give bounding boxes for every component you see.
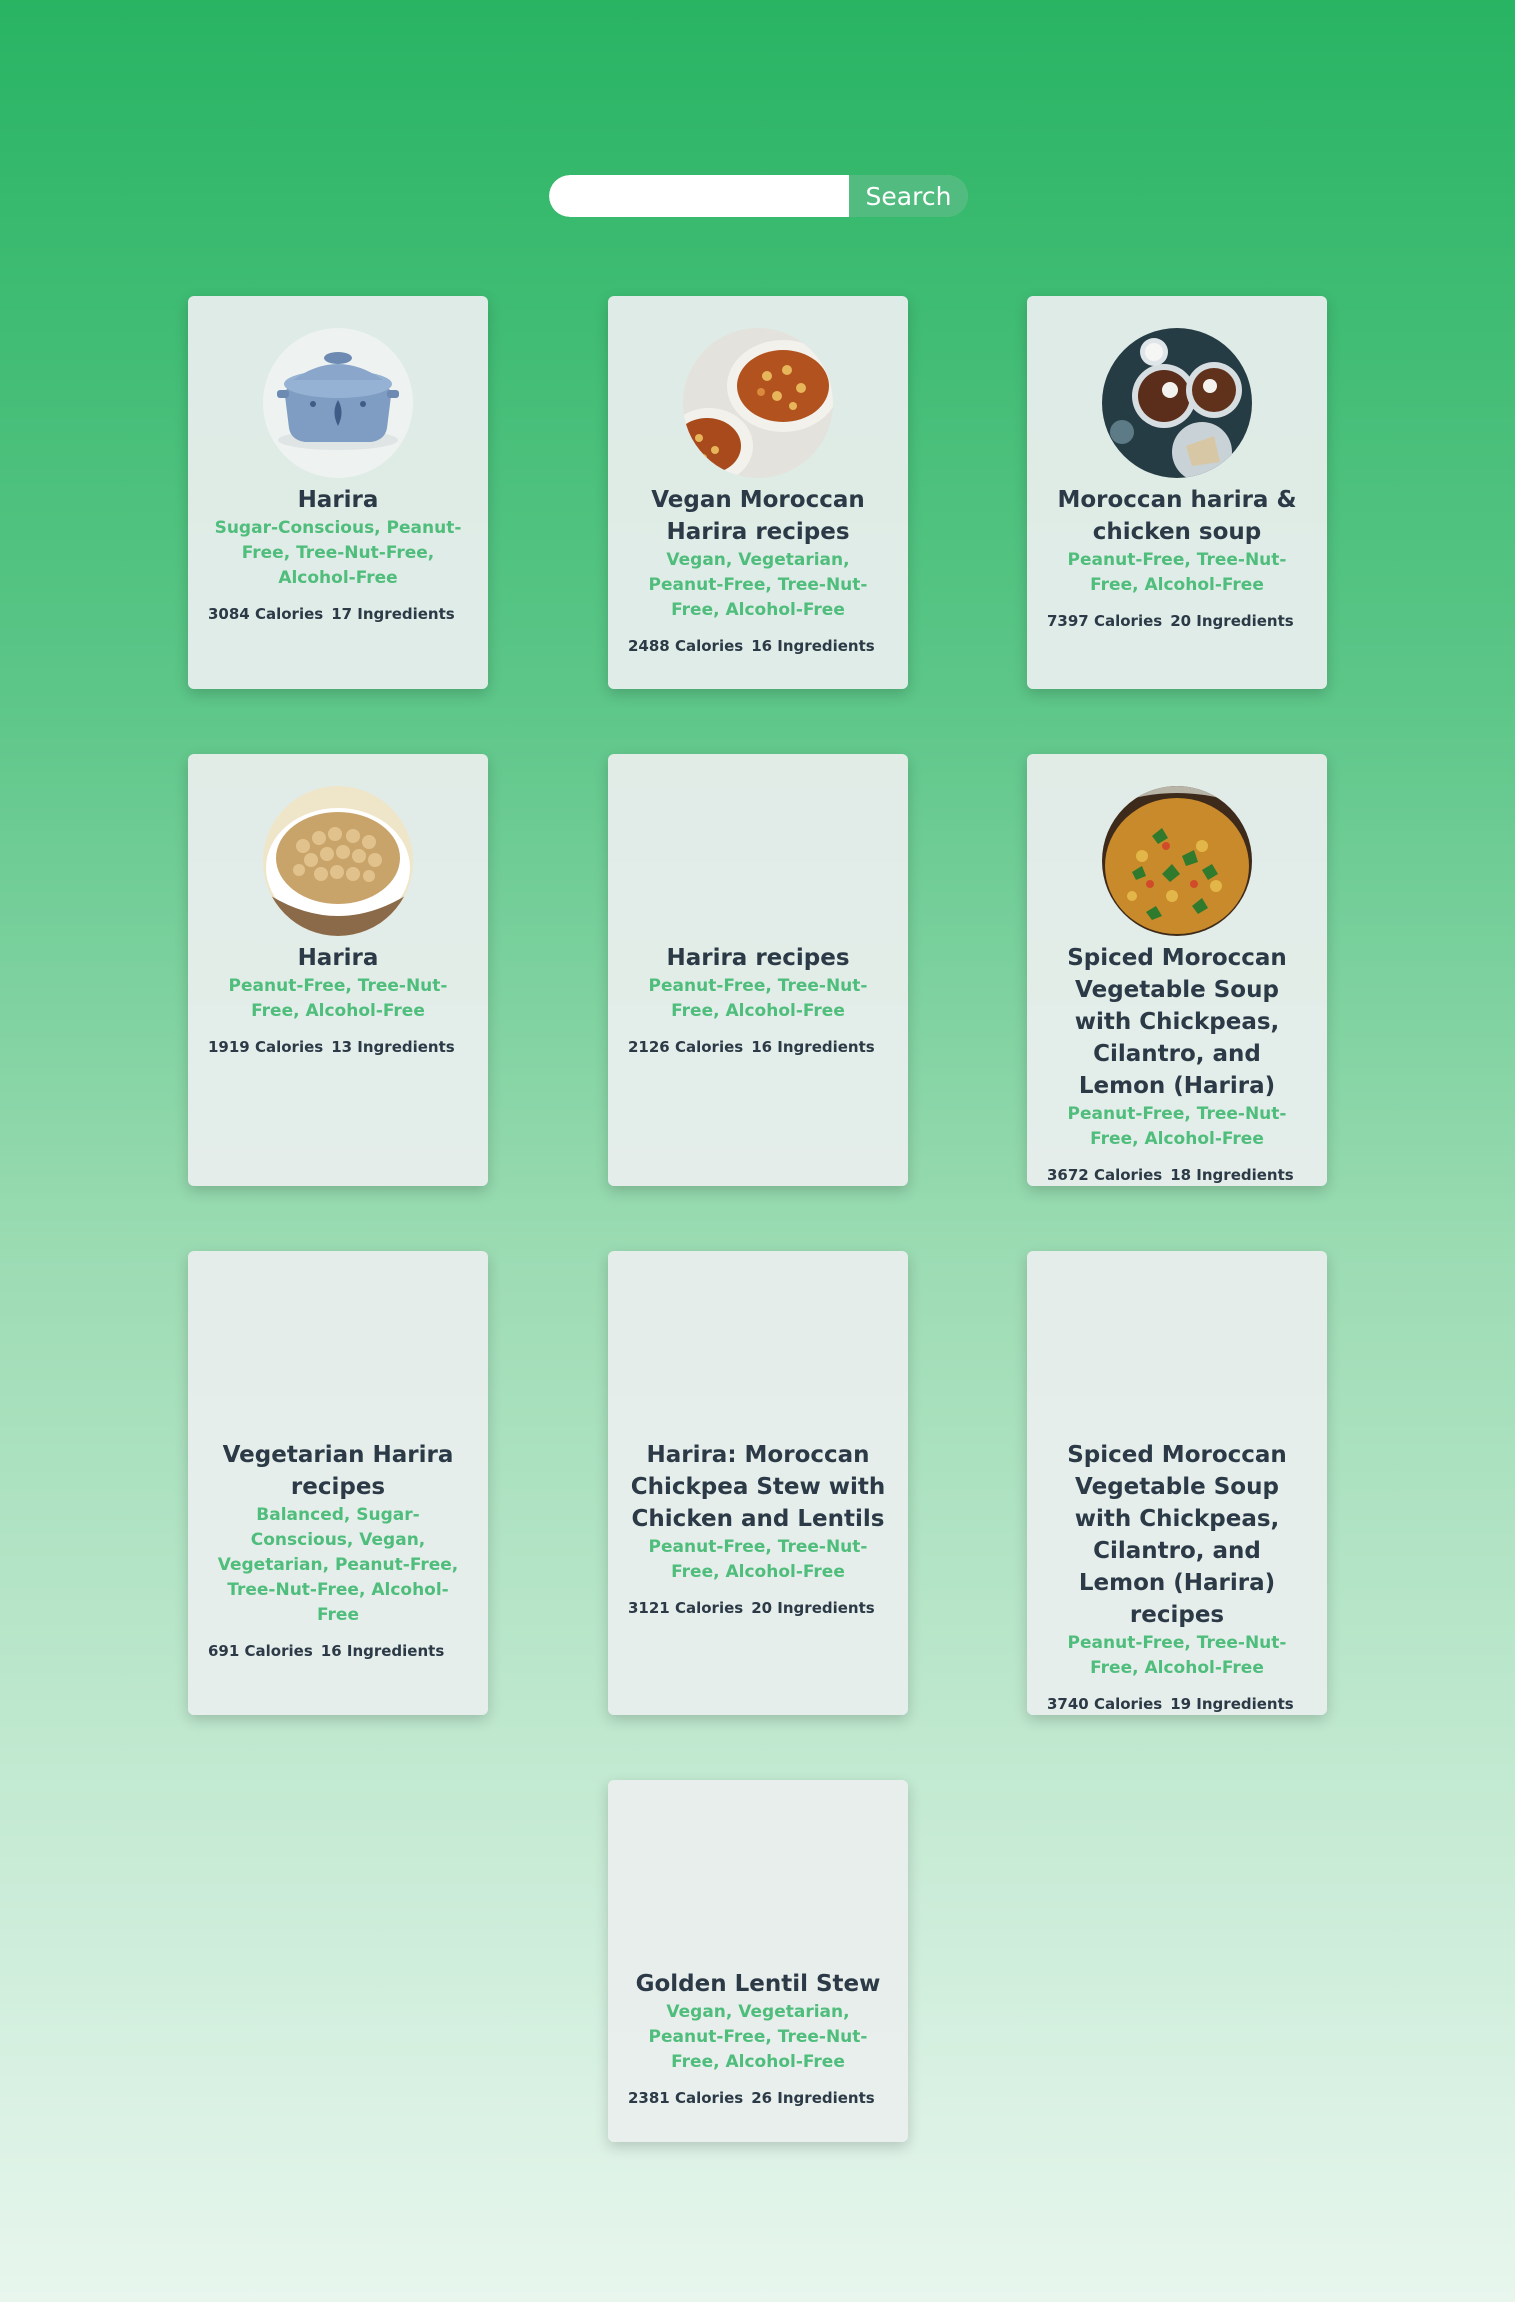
recipe-calories: 3121 Calories xyxy=(628,1599,744,1617)
recipe-image-placeholder xyxy=(263,1283,413,1433)
recipe-meta: 2126 Calories 16 Ingredients xyxy=(628,1038,875,1056)
recipe-title: Harira xyxy=(297,487,379,513)
recipe-title: Harira: Moroccan Chickpea Stew with Chic… xyxy=(630,1442,886,1532)
recipe-calories: 2488 Calories xyxy=(628,637,744,655)
recipe-meta: 3740 Calories 19 Ingredients xyxy=(1047,1695,1294,1713)
recipe-title: Moroccan harira & chicken soup xyxy=(1057,487,1297,545)
recipe-title: Harira recipes xyxy=(666,945,850,971)
recipe-card[interactable]: Vegetarian Harira recipes Balanced, Suga… xyxy=(188,1251,488,1715)
recipe-card[interactable]: Spiced Moroccan Vegetable Soup with Chic… xyxy=(1027,1251,1327,1715)
recipe-health-labels: Peanut-Free, Tree-Nut-Free, Alcohol-Free xyxy=(1067,550,1287,595)
recipe-card[interactable]: Harira Peanut-Free, Tree-Nut-Free, Alcoh… xyxy=(188,754,488,1186)
recipe-health-labels: Peanut-Free, Tree-Nut-Free, Alcohol-Free xyxy=(228,976,448,1021)
recipe-image-placeholder xyxy=(683,1812,833,1962)
recipe-ingredient-count: 20 Ingredients xyxy=(1170,612,1294,630)
recipe-image-placeholder xyxy=(1102,1283,1252,1433)
recipe-calories: 3084 Calories xyxy=(208,605,324,623)
recipe-image-soup-bowls xyxy=(1102,328,1252,478)
recipe-calories: 3672 Calories xyxy=(1047,1166,1163,1184)
recipe-meta: 3672 Calories 18 Ingredients xyxy=(1047,1166,1294,1184)
recipe-card[interactable]: Harira: Moroccan Chickpea Stew with Chic… xyxy=(608,1251,908,1715)
recipe-grid: Harira Sugar-Conscious, Peanut-Free, Tre… xyxy=(0,0,1515,2302)
recipe-card[interactable]: Harira Sugar-Conscious, Peanut-Free, Tre… xyxy=(188,296,488,689)
recipe-ingredient-count: 20 Ingredients xyxy=(751,1599,875,1617)
recipe-image-vegetable-soup xyxy=(1102,786,1252,936)
recipe-meta: 691 Calories 16 Ingredients xyxy=(208,1642,444,1660)
recipe-title: Golden Lentil Stew xyxy=(635,1971,881,1997)
recipe-health-labels: Peanut-Free, Tree-Nut-Free, Alcohol-Free xyxy=(1067,1104,1287,1149)
recipe-meta: 2488 Calories 16 Ingredients xyxy=(628,637,875,655)
recipe-health-labels: Vegan, Vegetarian, Peanut-Free, Tree-Nut… xyxy=(648,550,868,620)
recipe-meta: 3084 Calories 17 Ingredients xyxy=(208,605,455,623)
recipe-ingredient-count: 19 Ingredients xyxy=(1170,1695,1294,1713)
recipe-meta: 3121 Calories 20 Ingredients xyxy=(628,1599,875,1617)
recipe-card[interactable]: Spiced Moroccan Vegetable Soup with Chic… xyxy=(1027,754,1327,1186)
recipe-ingredient-count: 26 Ingredients xyxy=(751,2089,875,2107)
recipe-card[interactable]: Moroccan harira & chicken soup Peanut-Fr… xyxy=(1027,296,1327,689)
recipe-health-labels: Peanut-Free, Tree-Nut-Free, Alcohol-Free xyxy=(648,1537,868,1582)
recipe-health-labels: Peanut-Free, Tree-Nut-Free, Alcohol-Free xyxy=(1067,1633,1287,1678)
recipe-health-labels: Balanced, Sugar-Conscious, Vegan, Vegeta… xyxy=(217,1505,459,1625)
recipe-title: Spiced Moroccan Vegetable Soup with Chic… xyxy=(1067,1442,1287,1628)
recipe-calories: 7397 Calories xyxy=(1047,612,1163,630)
recipe-meta: 1919 Calories 13 Ingredients xyxy=(208,1038,455,1056)
recipe-health-labels: Sugar-Conscious, Peanut-Free, Tree-Nut-F… xyxy=(214,518,462,588)
recipe-calories: 691 Calories xyxy=(208,1642,313,1660)
recipe-meta: 7397 Calories 20 Ingredients xyxy=(1047,612,1294,630)
recipe-image-pot xyxy=(263,328,413,478)
recipe-ingredient-count: 18 Ingredients xyxy=(1170,1166,1294,1184)
recipe-title: Vegetarian Harira recipes xyxy=(222,1442,454,1500)
recipe-ingredient-count: 13 Ingredients xyxy=(331,1038,455,1056)
recipe-ingredient-count: 17 Ingredients xyxy=(331,605,455,623)
recipe-ingredient-count: 16 Ingredients xyxy=(320,1642,445,1660)
recipe-health-labels: Vegan, Vegetarian, Peanut-Free, Tree-Nut… xyxy=(648,2002,868,2072)
recipe-card[interactable]: Golden Lentil Stew Vegan, Vegetarian, Pe… xyxy=(608,1780,908,2142)
recipe-ingredient-count: 16 Ingredients xyxy=(751,1038,875,1056)
recipe-calories: 3740 Calories xyxy=(1047,1695,1163,1713)
recipe-title: Spiced Moroccan Vegetable Soup with Chic… xyxy=(1067,945,1287,1099)
recipe-ingredient-count: 16 Ingredients xyxy=(751,637,875,655)
recipe-card[interactable]: Harira recipes Peanut-Free, Tree-Nut-Fre… xyxy=(608,754,908,1186)
recipe-image-chickpeas xyxy=(263,786,413,936)
recipe-title: Vegan Moroccan Harira recipes xyxy=(651,487,865,545)
recipe-calories: 1919 Calories xyxy=(208,1038,324,1056)
recipe-calories: 2126 Calories xyxy=(628,1038,744,1056)
recipe-health-labels: Peanut-Free, Tree-Nut-Free, Alcohol-Free xyxy=(648,976,868,1021)
recipe-meta: 2381 Calories 26 Ingredients xyxy=(628,2089,875,2107)
recipe-title: Harira xyxy=(297,945,379,971)
recipe-calories: 2381 Calories xyxy=(628,2089,744,2107)
recipe-card[interactable]: Vegan Moroccan Harira recipes Vegan, Veg… xyxy=(608,296,908,689)
recipe-image-placeholder xyxy=(683,1283,833,1433)
recipe-image-placeholder xyxy=(683,786,833,936)
recipe-image-stew xyxy=(683,328,833,478)
